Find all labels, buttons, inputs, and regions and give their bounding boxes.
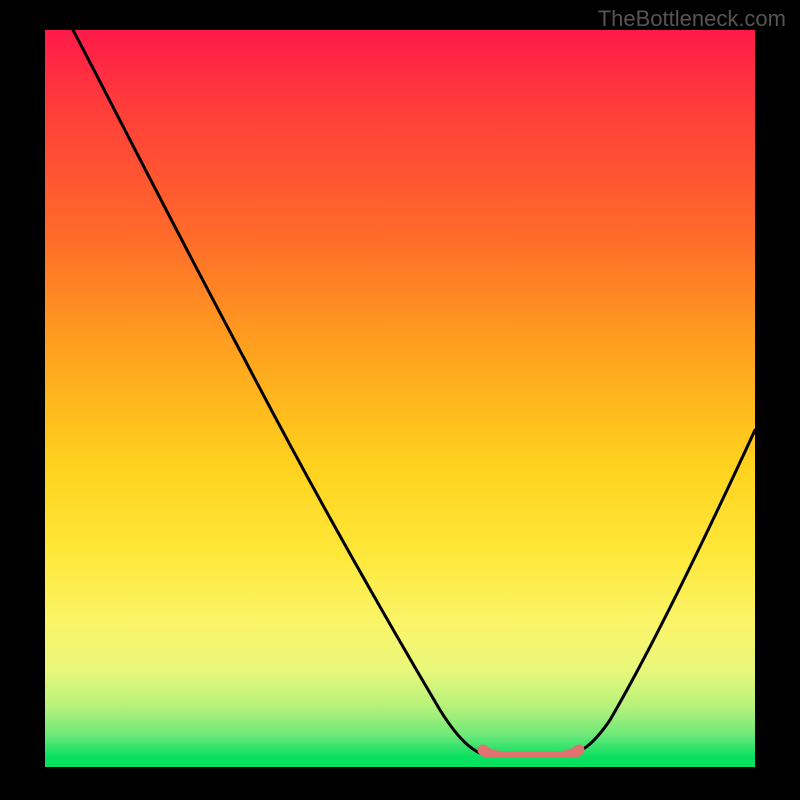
bottleneck-curve xyxy=(73,30,755,756)
baseline-strip xyxy=(45,757,755,767)
optimal-range-highlight xyxy=(483,750,579,757)
chart-svg xyxy=(45,30,755,757)
chart-plot-area xyxy=(45,30,755,757)
watermark-text: TheBottleneck.com xyxy=(598,6,786,32)
